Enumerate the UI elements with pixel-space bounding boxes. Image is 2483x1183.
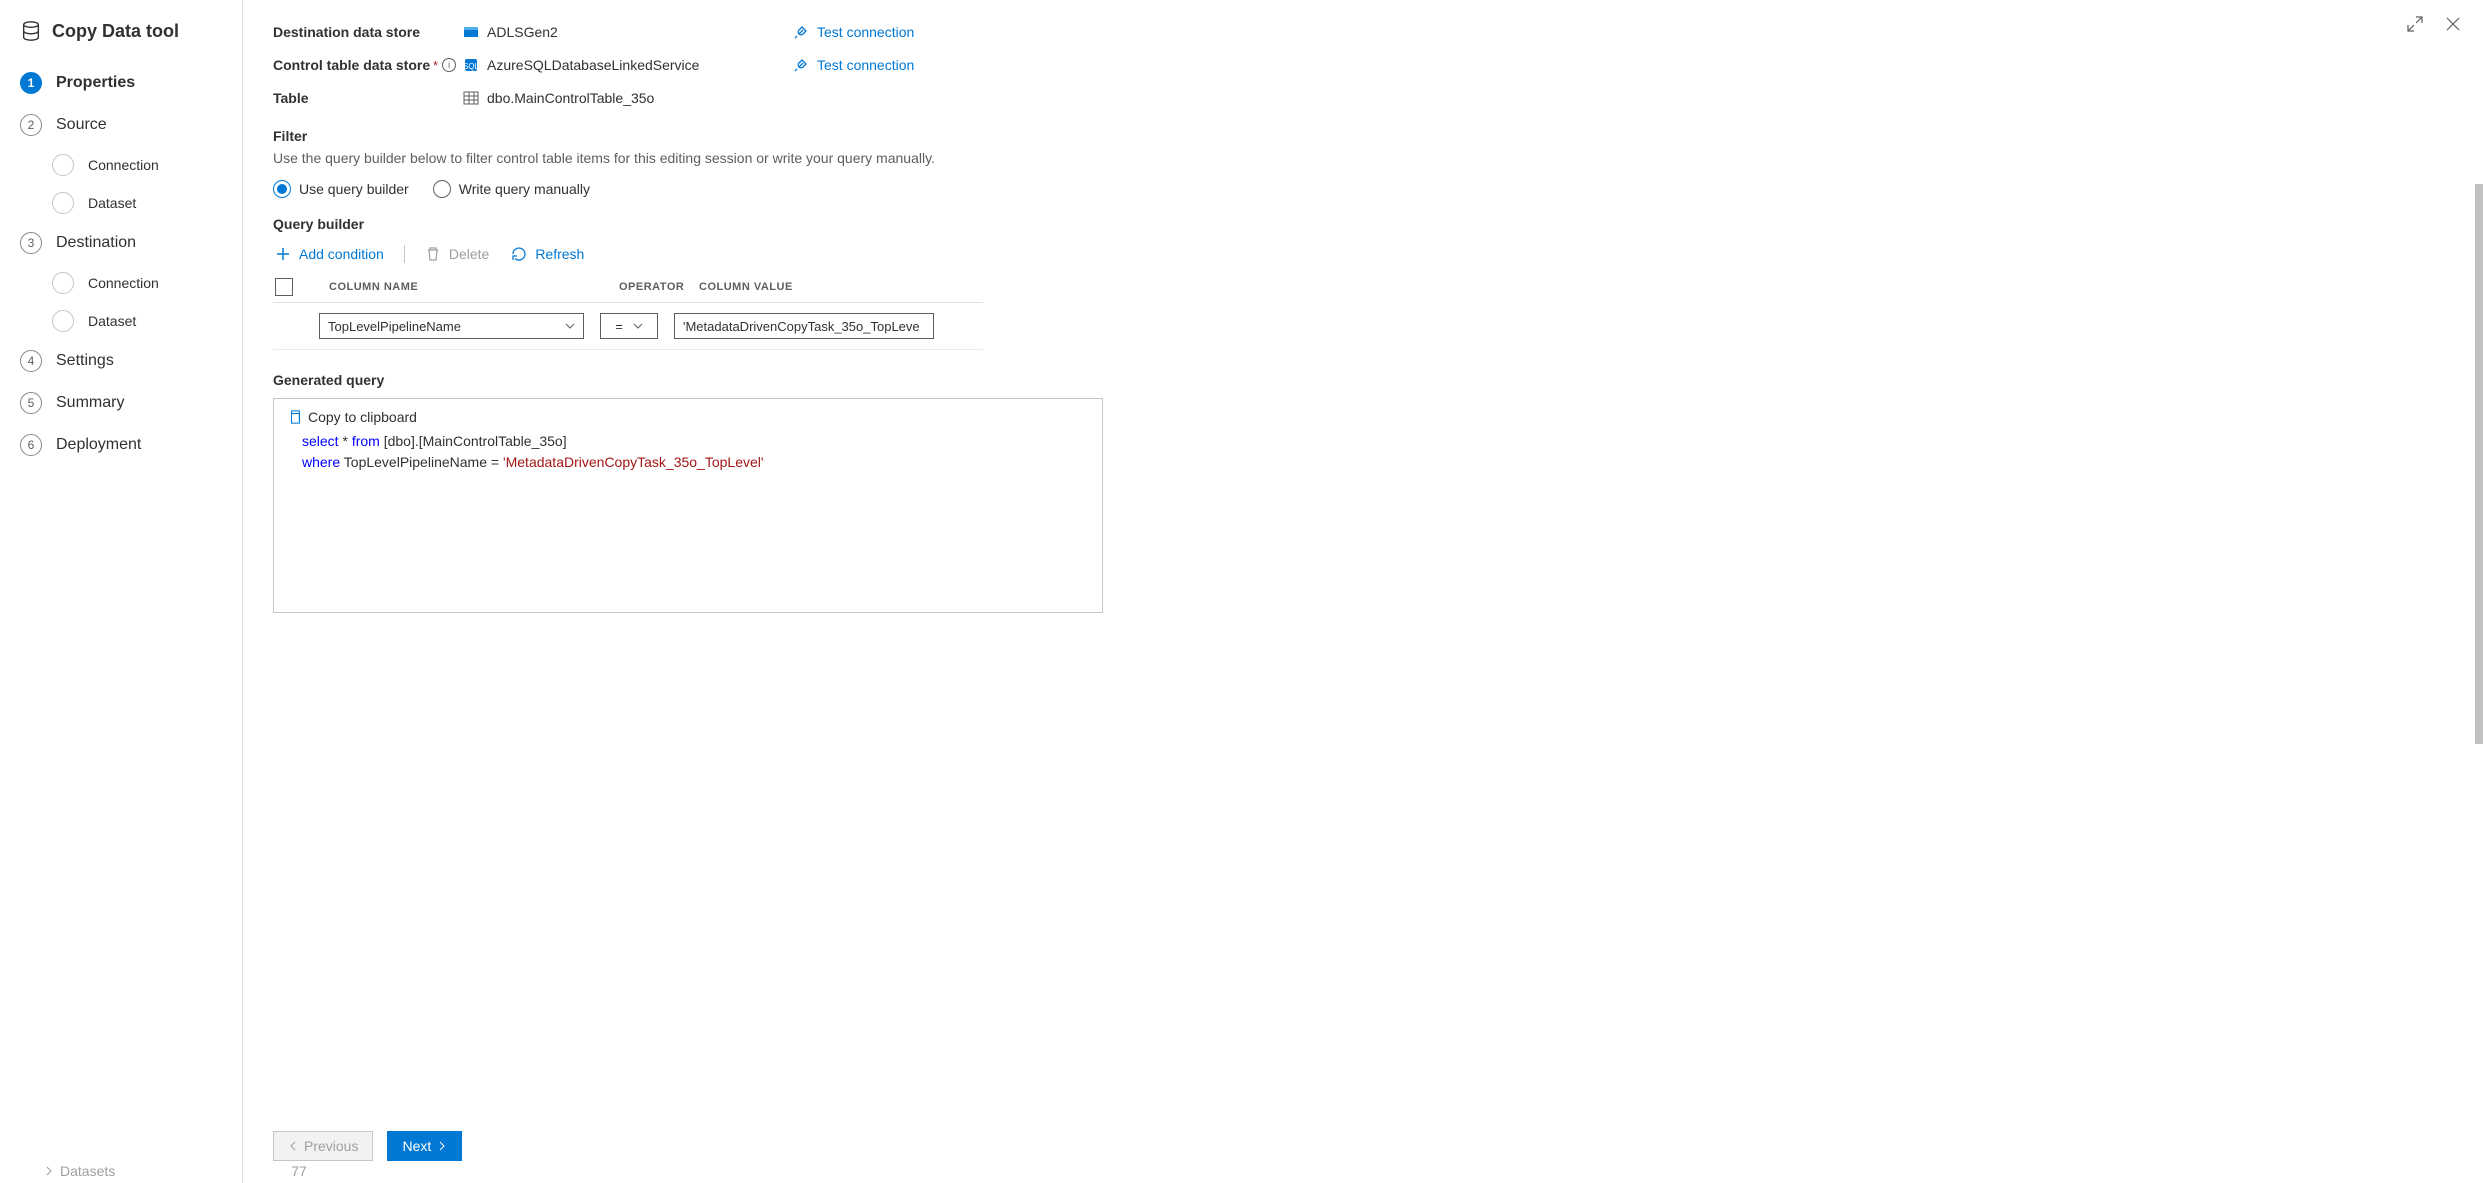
- header-column-value: COLUMN VALUE: [699, 281, 793, 293]
- nav-step-properties[interactable]: 1 Properties: [0, 62, 242, 104]
- nav-step-deployment[interactable]: 6 Deployment: [0, 424, 242, 466]
- operator-dropdown[interactable]: =: [600, 313, 658, 339]
- refresh-icon: [511, 246, 527, 262]
- chevron-left-icon: [288, 1141, 298, 1151]
- sql-icon: SQL: [463, 57, 479, 73]
- nav-step-source[interactable]: 2 Source: [0, 104, 242, 146]
- column-value-input[interactable]: 'MetadataDrivenCopyTask_35o_TopLeve: [674, 313, 934, 339]
- storage-icon: [463, 24, 479, 40]
- radio-query-builder[interactable]: Use query builder: [273, 180, 409, 198]
- column-name-dropdown[interactable]: TopLevelPipelineName: [319, 313, 584, 339]
- add-condition-button[interactable]: Add condition: [273, 242, 386, 266]
- query-builder-title: Query builder: [273, 216, 2453, 232]
- header-column-name: COLUMN NAME: [329, 281, 599, 293]
- previous-button: Previous: [273, 1131, 373, 1161]
- nav-sub-source-dataset[interactable]: Dataset: [0, 184, 242, 222]
- chevron-down-icon: [633, 321, 643, 331]
- copy-icon: [288, 410, 302, 424]
- plug-icon: [793, 24, 809, 40]
- dest-store-label: Destination data store: [273, 24, 433, 40]
- nav-sub-dest-connection[interactable]: Connection: [0, 264, 242, 302]
- close-icon[interactable]: [2445, 16, 2461, 32]
- main-panel: Destination data store ADLSGen2 Test con…: [243, 0, 2483, 1183]
- nav-sub-source-connection[interactable]: Connection: [0, 146, 242, 184]
- trash-icon: [425, 246, 441, 262]
- chevron-down-icon: [565, 321, 575, 331]
- select-all-checkbox[interactable]: [275, 278, 293, 296]
- app-title: Copy Data tool: [0, 20, 242, 62]
- generated-query-box: Copy to clipboard select * from [dbo].[M…: [273, 398, 1103, 613]
- generated-query-title: Generated query: [273, 372, 2453, 388]
- scrollbar-thumb[interactable]: [2475, 184, 2483, 744]
- test-connection-ctrl[interactable]: Test connection: [793, 57, 914, 73]
- ctrl-store-value: AzureSQLDatabaseLinkedService: [487, 57, 699, 73]
- copy-to-clipboard-button[interactable]: Copy to clipboard: [288, 409, 1088, 425]
- delete-button: Delete: [423, 242, 491, 266]
- required-marker: * i: [433, 58, 463, 73]
- table-value: dbo.MainControlTable_35o: [487, 90, 654, 106]
- plug-icon: [793, 57, 809, 73]
- plus-icon: [275, 246, 291, 262]
- filter-desc: Use the query builder below to filter co…: [273, 150, 2453, 166]
- nav-step-summary[interactable]: 5 Summary: [0, 382, 242, 424]
- chevron-right-icon: [44, 1166, 54, 1176]
- refresh-button[interactable]: Refresh: [509, 242, 586, 266]
- sidebar: Copy Data tool 1 Properties 2 Source Con…: [0, 0, 243, 1183]
- info-icon[interactable]: i: [442, 58, 456, 72]
- test-connection-dest[interactable]: Test connection: [793, 24, 914, 40]
- database-icon: [20, 20, 42, 42]
- sql-text: select * from [dbo].[MainControlTable_35…: [288, 431, 1088, 473]
- ctrl-store-label: Control table data store: [273, 56, 433, 74]
- expand-icon[interactable]: [2407, 16, 2423, 32]
- radio-write-manually[interactable]: Write query manually: [433, 180, 590, 198]
- next-button[interactable]: Next: [387, 1131, 462, 1161]
- nav-step-settings[interactable]: 4 Settings: [0, 340, 242, 382]
- nav-step-destination[interactable]: 3 Destination: [0, 222, 242, 264]
- nav-sub-dest-dataset[interactable]: Dataset: [0, 302, 242, 340]
- dest-store-value: ADLSGen2: [487, 24, 558, 40]
- svg-text:SQL: SQL: [463, 62, 479, 71]
- table-icon: [463, 90, 479, 106]
- chevron-right-icon: [437, 1141, 447, 1151]
- tree-datasets-hint: Datasets 77: [44, 1163, 307, 1179]
- table-label: Table: [273, 90, 433, 106]
- filter-title: Filter: [273, 128, 2453, 144]
- header-operator: OPERATOR: [619, 281, 679, 293]
